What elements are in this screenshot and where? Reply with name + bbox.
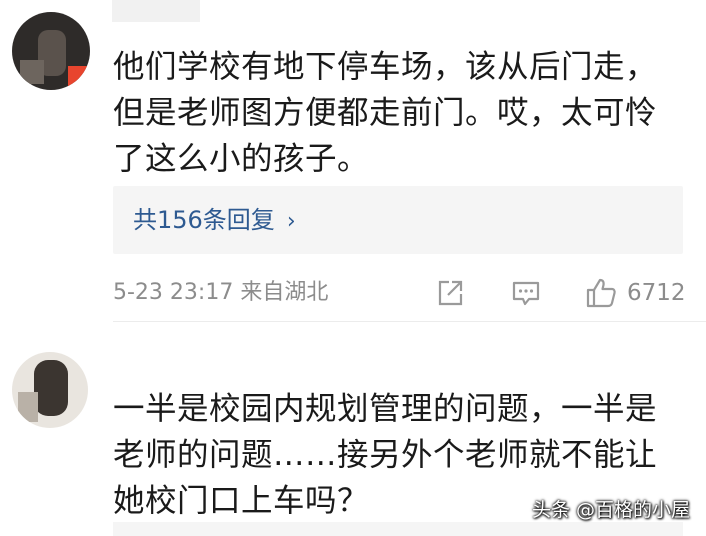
share-button[interactable] [435,276,465,310]
avatar-blur [18,392,38,422]
avatar-blur [20,60,44,84]
avatar-blur [34,360,68,416]
share-icon [438,280,463,306]
watermark: 头条 @百格的小屋 [531,499,690,521]
location: 来自湖北 [240,280,329,305]
comment-item: 他们学校有地下停车场，该从后门走， 但是老师图方便都走前门。哎，太可怜 了这么小… [0,0,706,322]
comment-text: 他们学校有地下停车场，该从后门走， 但是老师图方便都走前门。哎，太可怜 了这么小… [113,44,657,182]
comment-meta-row: 5-23 23:17 来自湖北 6712 [113,276,686,310]
comment-line: 一半是校园内规划管理的问题，一半是 [113,391,658,427]
comment-line: 但是老师图方便都走前门。哎，太可怜 [113,95,658,131]
replies-box[interactable]: 共156条回复 › [113,186,683,254]
thumbs-up-icon [586,278,616,308]
replies-box[interactable] [113,522,683,536]
view-replies-link[interactable]: 共156条回复 › [133,203,296,239]
avatar[interactable] [12,12,90,90]
avatar-badge [68,66,90,88]
comment-line: 他们学校有地下停车场，该从后门走， [113,49,658,85]
comment-line: 老师的问题……接另外个老师就不能让 [113,437,658,473]
comment-icon [512,281,540,306]
like-button[interactable]: 6712 [585,276,686,310]
timestamp: 5-23 23:17 [113,280,234,305]
chevron-right-icon: › [286,209,296,234]
replies-count-label: 共156条回复 [133,206,275,234]
avatar[interactable] [12,352,88,428]
reply-button[interactable] [511,276,541,310]
comment-line: 了这么小的孩子。 [113,141,370,177]
like-count: 6712 [627,280,686,306]
comment-meta: 5-23 23:17 来自湖北 [113,278,328,308]
